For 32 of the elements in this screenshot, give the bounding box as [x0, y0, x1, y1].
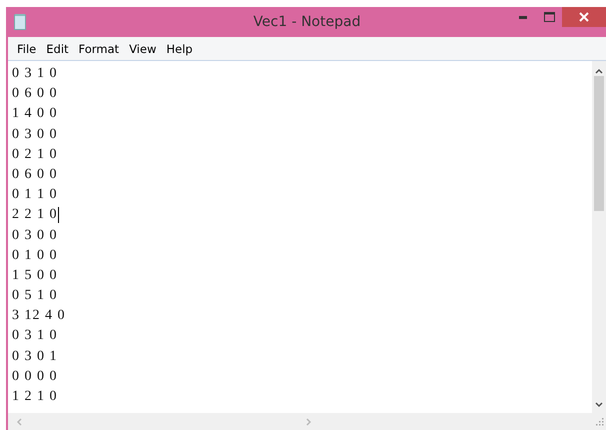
text-line: 0 2 1 0: [12, 146, 58, 164]
maximize-icon: [544, 12, 554, 22]
minimize-icon: [519, 16, 527, 18]
text-line: 0 3 0 1: [12, 348, 58, 366]
text-line: 1 2 1 0: [12, 388, 58, 406]
close-icon: [579, 12, 589, 22]
notepad-icon: [14, 14, 26, 30]
text-line: 2 2 1 0: [12, 206, 58, 224]
menu-item[interactable]: View: [124, 42, 162, 56]
text-line: 0 1 0 0: [12, 246, 58, 265]
text-line: 0 3 1 0: [12, 65, 58, 83]
text-line: 0 3 0 0: [12, 226, 58, 244]
text-line: 0 3 0 0: [12, 126, 58, 144]
menu-item[interactable]: File: [12, 42, 42, 56]
text-line: 0 3 1 0: [12, 327, 58, 346]
menu-item[interactable]: Format: [74, 42, 124, 56]
text-line: 0 6 0 0: [12, 166, 58, 184]
resize-grip-icon[interactable]: [595, 417, 604, 426]
text-line: 0 1 1 0: [12, 186, 58, 204]
text-line: 0 6 0 0: [12, 85, 58, 104]
window-title: Vec1 - Notepad: [253, 14, 361, 30]
scroll-up-icon[interactable]: [595, 68, 603, 74]
text-line: 1 4 0 0: [12, 105, 58, 124]
text-line: 0 0 0 0: [12, 368, 58, 386]
text-line: 1 5 0 0: [12, 266, 58, 285]
scroll-down-icon[interactable]: [595, 402, 603, 408]
scrollbar-thumb[interactable]: [594, 76, 604, 211]
menu-item[interactable]: Help: [161, 42, 198, 56]
menu-item[interactable]: Edit: [41, 42, 74, 56]
text-line: 0 5 1 0: [12, 287, 58, 306]
text-line: 3 12 4 0: [12, 307, 66, 326]
close-button[interactable]: [562, 7, 606, 27]
